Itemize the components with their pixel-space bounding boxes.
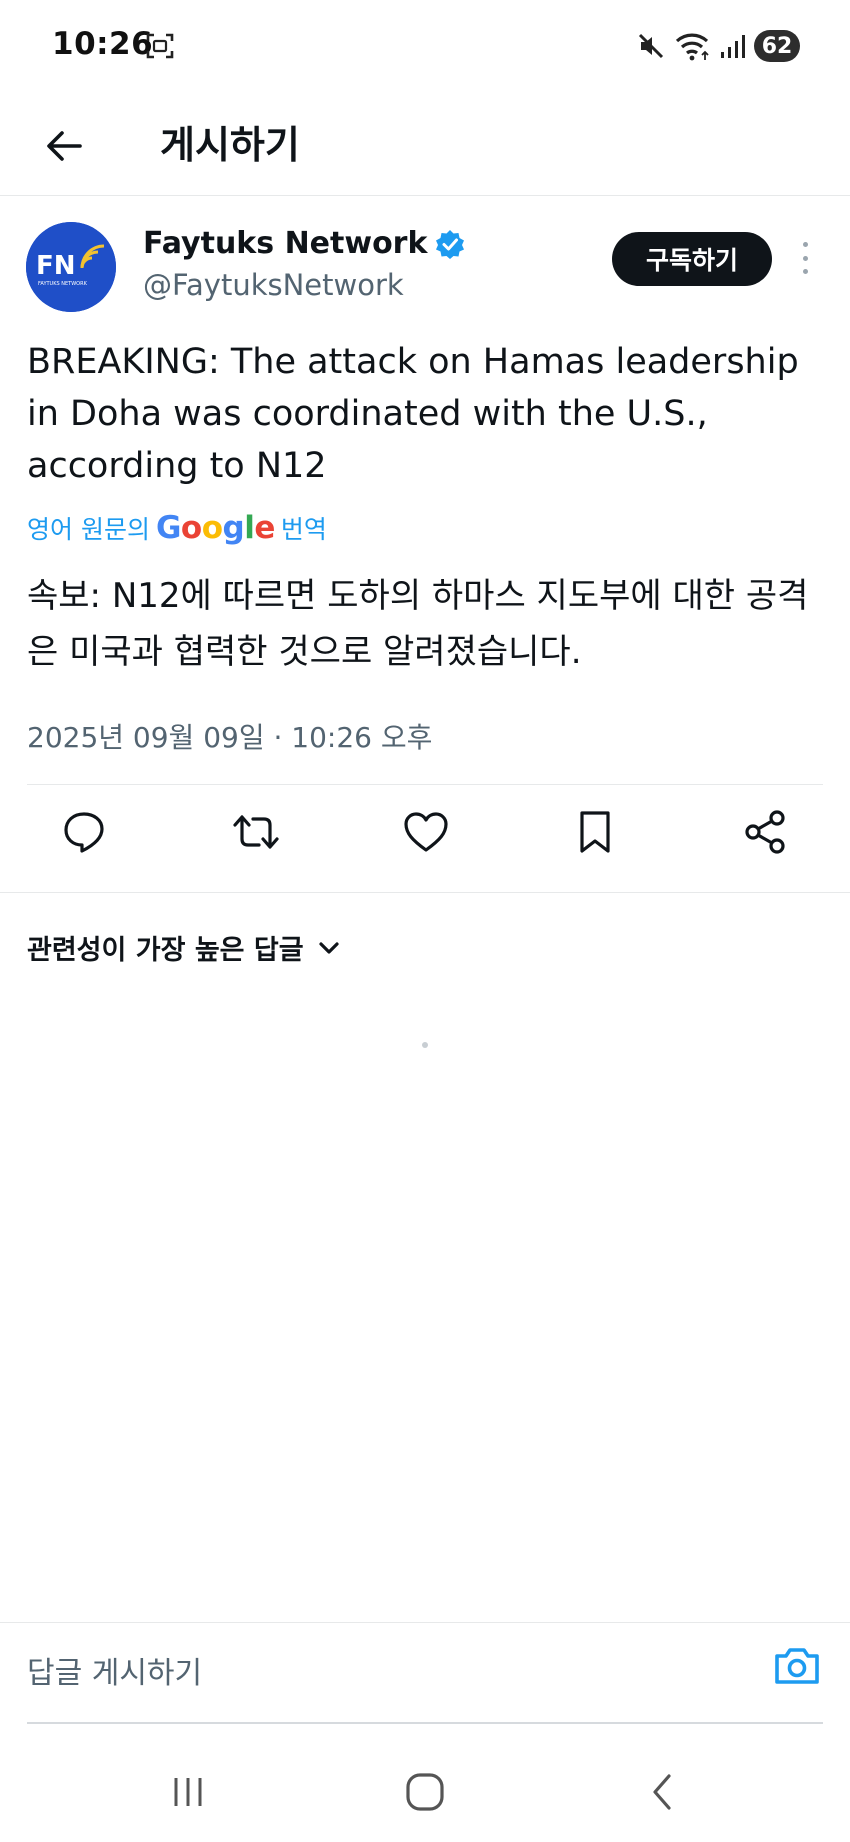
like-button[interactable]: [400, 806, 452, 858]
avatar[interactable]: FN FAYTUKS NETWORK: [26, 222, 116, 312]
system-nav-bar: [0, 1742, 850, 1842]
svg-text:FAYTUKS NETWORK: FAYTUKS NETWORK: [38, 281, 88, 287]
author-handle[interactable]: @FaytuksNetwork: [143, 268, 404, 302]
battery-indicator: 62: [754, 30, 800, 62]
more-options-button[interactable]: [790, 238, 820, 278]
reply-composer: 답글 게시하기: [0, 1622, 850, 1722]
chevron-down-icon: [319, 941, 339, 954]
recent-apps-icon: [174, 1778, 202, 1806]
reply-button[interactable]: [58, 806, 110, 858]
translated-text: 속보: N12에 따르면 도하의 하마스 지도부에 대한 공격은 미국과 협력한…: [27, 576, 809, 672]
status-bar: 10:26 62: [0, 0, 850, 96]
bookmark-button[interactable]: [569, 806, 621, 858]
reply-sort-dropdown[interactable]: 관련성이 가장 높은 답글: [27, 928, 340, 967]
author-name[interactable]: Faytuks Network: [143, 226, 465, 261]
loading-indicator: [422, 1042, 428, 1048]
page-title: 게시하기: [160, 123, 300, 167]
share-icon: [745, 810, 785, 854]
verified-badge-icon: [436, 229, 465, 259]
mute-icon: [638, 33, 664, 59]
arrow-left-icon: [47, 131, 82, 161]
status-time: 10:26: [52, 26, 154, 62]
translate-suffix: 번역: [280, 515, 327, 544]
more-dot-icon: [802, 242, 808, 247]
back-button[interactable]: [36, 118, 92, 174]
camera-button[interactable]: [772, 1641, 822, 1691]
camera-icon: [775, 1648, 819, 1684]
share-button[interactable]: [739, 806, 791, 858]
action-bar: [0, 784, 850, 880]
more-dot-icon: [802, 269, 808, 274]
google-logo: Google: [155, 510, 275, 546]
repost-icon: [233, 815, 279, 849]
app-header: 게시하기: [0, 96, 850, 196]
author-name-text: Faytuks Network: [143, 226, 428, 261]
reply-input-underline: [27, 1722, 823, 1724]
screenshot-icon: [146, 33, 174, 59]
back-chevron-icon: [653, 1774, 671, 1810]
svg-text:FN: FN: [36, 251, 76, 281]
reply-input[interactable]: 답글 게시하기: [27, 1645, 727, 1695]
recent-apps-button[interactable]: [158, 1764, 218, 1820]
reply-sort-label: 관련성이 가장 높은 답글: [27, 935, 304, 966]
more-dot-icon: [802, 255, 808, 261]
bookmark-icon: [580, 811, 610, 853]
translation-attribution[interactable]: 영어 원문의 Google 번역: [27, 510, 327, 546]
home-icon: [406, 1773, 444, 1811]
subscribe-button[interactable]: 구독하기: [612, 232, 772, 286]
post-timestamp[interactable]: 2025년 09월 09일 · 10:26 오후: [27, 716, 432, 756]
back-nav-button[interactable]: [632, 1764, 692, 1820]
section-divider: [0, 892, 850, 893]
home-button[interactable]: [395, 1764, 455, 1820]
translate-prefix: 영어 원문의: [27, 515, 150, 544]
post-text: BREAKING: The attack on Hamas leadership…: [27, 342, 799, 486]
heart-icon: [404, 812, 448, 852]
reply-icon: [64, 812, 104, 853]
wifi-icon: [675, 33, 709, 61]
repost-button[interactable]: [230, 806, 282, 858]
status-icons: 62: [636, 28, 800, 64]
signal-icon: [721, 35, 745, 58]
faytuks-logo-icon: FN FAYTUKS NETWORK: [26, 222, 116, 312]
